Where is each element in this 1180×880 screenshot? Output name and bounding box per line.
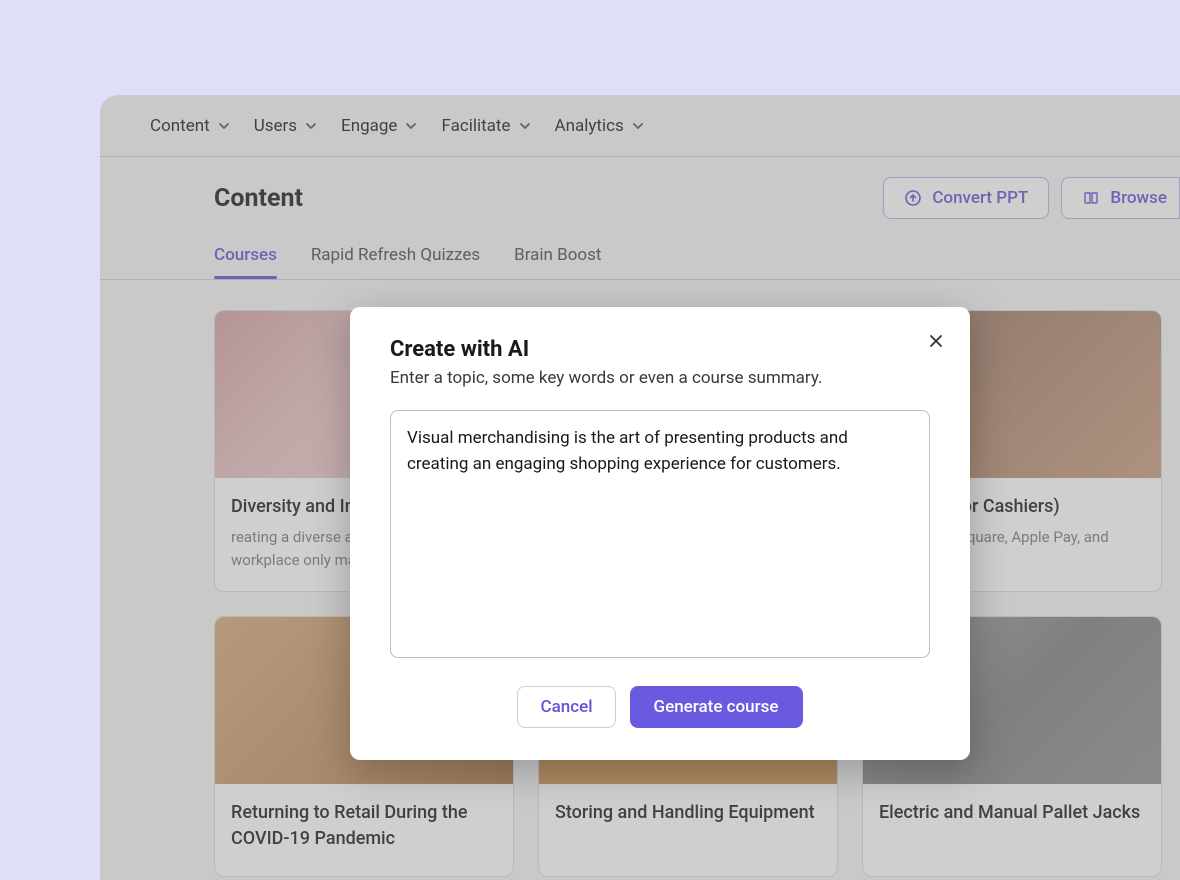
generate-course-button[interactable]: Generate course [630,686,803,728]
modal-title: Create with AI [390,337,930,362]
close-icon[interactable] [922,327,950,355]
cancel-button[interactable]: Cancel [517,686,615,728]
modal-subtitle: Enter a topic, some key words or even a … [390,368,930,388]
topic-input[interactable] [390,410,930,658]
create-with-ai-modal: Create with AI Enter a topic, some key w… [350,307,970,760]
